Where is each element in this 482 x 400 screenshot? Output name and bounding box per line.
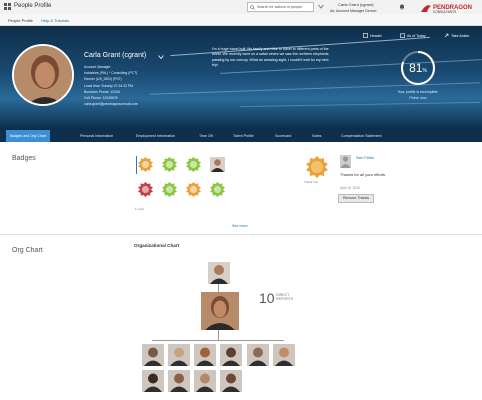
badges-more-caption: 1 more	[135, 207, 145, 211]
direct-report-photo[interactable]	[247, 344, 269, 366]
profile-name: Carla Grant (cgrant)	[84, 52, 147, 59]
badge-icon[interactable]	[186, 182, 201, 197]
org-chart-title: Org Chart	[12, 247, 43, 254]
direct-report-photo[interactable]	[220, 370, 242, 392]
subnav-people-profile[interactable]: People Profile	[8, 18, 33, 23]
badge-icon[interactable]	[138, 182, 153, 197]
take-action-button[interactable]: Take Action	[444, 33, 470, 38]
see-more-link[interactable]: See more	[232, 224, 248, 228]
image-icon	[363, 33, 368, 38]
direct-report-photo[interactable]	[168, 344, 190, 366]
tab-employment-information[interactable]: Employment Information	[136, 134, 175, 138]
badge-icon[interactable]	[162, 182, 177, 197]
search-icon	[250, 5, 255, 10]
direct-reports-label: DIRECT REPORTS	[276, 293, 294, 302]
header-button[interactable]: Header	[363, 33, 382, 38]
top-bar: People Profile Search for actions or peo…	[0, 0, 482, 14]
section-divider	[0, 234, 482, 235]
tab-notes[interactable]: Notes	[312, 134, 321, 138]
subnav-help[interactable]: Help & Tutorials	[41, 18, 69, 23]
arrow-out-icon	[444, 33, 449, 38]
user-menu[interactable]: Carla Grant (cgrant)	[338, 2, 374, 7]
badge-icon[interactable]	[162, 157, 177, 172]
tab-time-off[interactable]: Time Off	[199, 134, 213, 138]
take-action-label: Take Action	[451, 34, 470, 38]
direct-reports-count: 10	[259, 290, 275, 306]
org-chart-heading: Organizational Chart	[134, 243, 180, 248]
thank-you-caption: Thank You	[304, 180, 319, 184]
thank-you-badge	[306, 156, 328, 178]
app-title[interactable]: People Profile	[14, 3, 51, 9]
search-placeholder: Search for actions or people	[257, 5, 302, 9]
org-connector	[218, 284, 219, 292]
direct-report-photo[interactable]	[168, 370, 190, 392]
calendar-icon	[400, 33, 405, 38]
thanks-message: Thanks for all your efforts	[340, 172, 386, 177]
badge-icon[interactable]	[186, 157, 201, 172]
employee-photo[interactable]	[201, 292, 239, 330]
tab-personal-information[interactable]: Personal Information	[80, 134, 113, 138]
profile-email[interactable]: carla.grant@pendragonconsult.com	[84, 101, 138, 107]
badge-photo[interactable]	[210, 157, 225, 172]
manager-photo[interactable]	[208, 262, 230, 284]
org-connector	[218, 330, 219, 340]
as-of-today-label: As of Today	[407, 34, 426, 38]
tab-scorecard[interactable]: Scorecard	[275, 134, 291, 138]
direct-report-photo[interactable]	[142, 344, 164, 366]
as-of-today-button[interactable]: As of Today	[400, 33, 426, 38]
badge-selection-marker	[136, 156, 137, 174]
sub-nav: People Profile Help & Tutorials	[0, 14, 482, 26]
user-role: As: Account Manager Denver	[330, 9, 377, 13]
thanks-date: April 15, 2016	[340, 186, 360, 190]
tab-badges-org-chart[interactable]: Badges and Org Chart	[6, 130, 50, 142]
profile-photo[interactable]	[12, 44, 74, 106]
search-input[interactable]: Search for actions or people	[247, 2, 314, 12]
profile-info: Account Manager Industries (PAL) * Consu…	[84, 64, 138, 107]
chevron-down-icon[interactable]	[318, 4, 324, 9]
company-logo: PENDRAGON CONSULTANTS	[419, 2, 479, 14]
badge-icon[interactable]	[210, 182, 225, 197]
direct-report-photo[interactable]	[194, 370, 216, 392]
completion-caption: Your profile is incomplete.	[397, 90, 439, 94]
direct-report-photo[interactable]	[142, 370, 164, 392]
thanks-user-link[interactable]: Sam Fields	[356, 156, 374, 160]
finish-now-link[interactable]: Finish now	[388, 96, 448, 100]
completion-value: 81%	[409, 61, 427, 75]
direct-report-photo[interactable]	[194, 344, 216, 366]
profile-tabs: Badges and Org Chart Personal Informatio…	[0, 130, 482, 142]
profile-local-time: Local time: Sunday 07:24:32 PM	[84, 83, 134, 88]
app-grid-icon[interactable]	[4, 3, 11, 10]
tab-talent-profile[interactable]: Talent Profile	[233, 134, 254, 138]
tab-compensation-statement[interactable]: Compensation Statement	[341, 134, 382, 138]
header-button-label: Header	[370, 34, 382, 38]
banner-streak	[240, 101, 480, 108]
direct-report-photo[interactable]	[273, 344, 295, 366]
bell-icon[interactable]	[399, 4, 405, 10]
badge-icon[interactable]	[138, 157, 153, 172]
direct-report-photo[interactable]	[220, 344, 242, 366]
thanks-user-avatar	[340, 155, 351, 168]
chevron-down-icon[interactable]	[158, 55, 164, 59]
about-me-text: I'm a huge travel buff. My family and I …	[212, 47, 329, 68]
badges-title: Badges	[12, 155, 36, 162]
org-connector	[152, 340, 284, 341]
remove-thanks-button[interactable]: Remove Thanks	[338, 194, 374, 203]
